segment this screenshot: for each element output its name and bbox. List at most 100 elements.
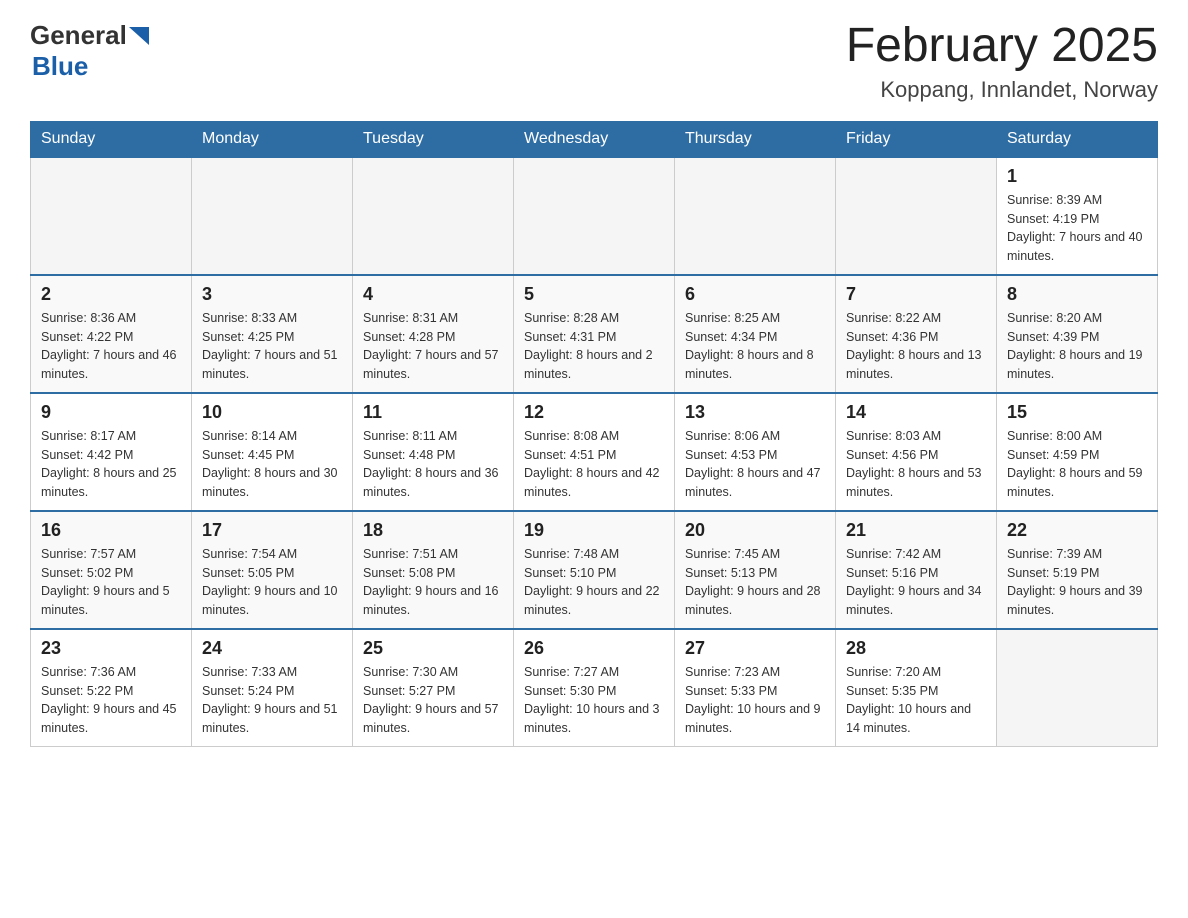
day-number: 21 (846, 520, 986, 541)
calendar-cell: 11 Sunrise: 8:11 AM Sunset: 4:48 PM Dayli… (353, 393, 514, 511)
calendar-cell: 16Sunrise: 7:57 AM Sunset: 5:02 PM Dayli… (31, 511, 192, 629)
calendar-cell: 5Sunrise: 8:28 AM Sunset: 4:31 PM Daylig… (514, 275, 675, 393)
day-info: Sunrise: 8:17 AM Sunset: 4:42 PM Dayligh… (41, 427, 181, 502)
day-number: 9 (41, 402, 181, 423)
day-info: Sunrise: 8:33 AM Sunset: 4:25 PM Dayligh… (202, 309, 342, 384)
calendar-cell: 13Sunrise: 8:06 AM Sunset: 4:53 PM Dayli… (675, 393, 836, 511)
day-number: 18 (363, 520, 503, 541)
logo-arrow-icon (129, 27, 149, 45)
day-info: Sunrise: 7:48 AM Sunset: 5:10 PM Dayligh… (524, 545, 664, 620)
day-number: 15 (1007, 402, 1147, 423)
calendar-cell: 22Sunrise: 7:39 AM Sunset: 5:19 PM Dayli… (997, 511, 1158, 629)
day-number: 1 (1007, 166, 1147, 187)
calendar-cell: 1 Sunrise: 8:39 AM Sunset: 4:19 PM Daylig… (997, 157, 1158, 275)
calendar-cell: 3 Sunrise: 8:33 AM Sunset: 4:25 PM Daylig… (192, 275, 353, 393)
day-number: 3 (202, 284, 342, 305)
day-number: 11 (363, 402, 503, 423)
day-number: 10 (202, 402, 342, 423)
day-number: 16 (41, 520, 181, 541)
calendar-cell: 14 Sunrise: 8:03 AM Sunset: 4:56 PM Dayli… (836, 393, 997, 511)
calendar-cell: 4 Sunrise: 8:31 AM Sunset: 4:28 PM Daylig… (353, 275, 514, 393)
day-info: Sunrise: 8:25 AM Sunset: 4:34 PM Dayligh… (685, 309, 825, 384)
calendar-cell: 2 Sunrise: 8:36 AM Sunset: 4:22 PM Daylig… (31, 275, 192, 393)
calendar-cell: 9 Sunrise: 8:17 AM Sunset: 4:42 PM Daylig… (31, 393, 192, 511)
day-number: 17 (202, 520, 342, 541)
calendar-cell (192, 157, 353, 275)
day-info: Sunrise: 7:27 AM Sunset: 5:30 PM Dayligh… (524, 663, 664, 738)
day-info: Sunrise: 8:08 AM Sunset: 4:51 PM Dayligh… (524, 427, 664, 502)
day-info: Sunrise: 8:36 AM Sunset: 4:22 PM Dayligh… (41, 309, 181, 384)
logo-text-general: General (30, 20, 127, 51)
calendar-cell (836, 157, 997, 275)
day-info: Sunrise: 8:31 AM Sunset: 4:28 PM Dayligh… (363, 309, 503, 384)
day-info: Sunrise: 8:03 AM Sunset: 4:56 PM Dayligh… (846, 427, 986, 502)
calendar-cell: 20Sunrise: 7:45 AM Sunset: 5:13 PM Dayli… (675, 511, 836, 629)
calendar-cell (31, 157, 192, 275)
day-of-week-header: Monday (192, 121, 353, 157)
calendar-cell: 21Sunrise: 7:42 AM Sunset: 5:16 PM Dayli… (836, 511, 997, 629)
day-of-week-header: Sunday (31, 121, 192, 157)
day-number: 4 (363, 284, 503, 305)
day-info: Sunrise: 8:00 AM Sunset: 4:59 PM Dayligh… (1007, 427, 1147, 502)
calendar-cell: 6 Sunrise: 8:25 AM Sunset: 4:34 PM Daylig… (675, 275, 836, 393)
day-info: Sunrise: 8:28 AM Sunset: 4:31 PM Dayligh… (524, 309, 664, 384)
location: Koppang, Innlandet, Norway (846, 77, 1158, 103)
day-number: 2 (41, 284, 181, 305)
calendar-cell: 10 Sunrise: 8:14 AM Sunset: 4:45 PM Dayli… (192, 393, 353, 511)
logo-text-blue: Blue (32, 51, 88, 81)
calendar-cell: 17 Sunrise: 7:54 AM Sunset: 5:05 PM Dayli… (192, 511, 353, 629)
day-number: 23 (41, 638, 181, 659)
day-number: 25 (363, 638, 503, 659)
calendar-cell: 24Sunrise: 7:33 AM Sunset: 5:24 PM Dayli… (192, 629, 353, 747)
calendar-cell: 23 Sunrise: 7:36 AM Sunset: 5:22 PM Dayli… (31, 629, 192, 747)
calendar-header-row: SundayMondayTuesdayWednesdayThursdayFrid… (31, 121, 1158, 157)
day-of-week-header: Tuesday (353, 121, 514, 157)
day-info: Sunrise: 7:23 AM Sunset: 5:33 PM Dayligh… (685, 663, 825, 738)
calendar-cell: 12 Sunrise: 8:08 AM Sunset: 4:51 PM Dayli… (514, 393, 675, 511)
day-number: 19 (524, 520, 664, 541)
day-number: 26 (524, 638, 664, 659)
day-of-week-header: Friday (836, 121, 997, 157)
day-of-week-header: Wednesday (514, 121, 675, 157)
day-info: Sunrise: 7:45 AM Sunset: 5:13 PM Dayligh… (685, 545, 825, 620)
calendar-cell: 18 Sunrise: 7:51 AM Sunset: 5:08 PM Dayli… (353, 511, 514, 629)
day-info: Sunrise: 8:20 AM Sunset: 4:39 PM Dayligh… (1007, 309, 1147, 384)
calendar-cell: 8 Sunrise: 8:20 AM Sunset: 4:39 PM Daylig… (997, 275, 1158, 393)
calendar-week-row: 9 Sunrise: 8:17 AM Sunset: 4:42 PM Daylig… (31, 393, 1158, 511)
day-info: Sunrise: 8:22 AM Sunset: 4:36 PM Dayligh… (846, 309, 986, 384)
day-info: Sunrise: 8:14 AM Sunset: 4:45 PM Dayligh… (202, 427, 342, 502)
page-header: General Blue February 2025 Koppang, Innl… (30, 20, 1158, 103)
calendar-cell: 7 Sunrise: 8:22 AM Sunset: 4:36 PM Daylig… (836, 275, 997, 393)
day-info: Sunrise: 7:54 AM Sunset: 5:05 PM Dayligh… (202, 545, 342, 620)
day-number: 27 (685, 638, 825, 659)
day-number: 8 (1007, 284, 1147, 305)
calendar-cell: 27 Sunrise: 7:23 AM Sunset: 5:33 PM Dayli… (675, 629, 836, 747)
day-info: Sunrise: 8:39 AM Sunset: 4:19 PM Dayligh… (1007, 191, 1147, 266)
calendar-cell (353, 157, 514, 275)
calendar-cell: 25 Sunrise: 7:30 AM Sunset: 5:27 PM Dayli… (353, 629, 514, 747)
day-number: 6 (685, 284, 825, 305)
day-number: 24 (202, 638, 342, 659)
logo: General Blue (30, 20, 149, 82)
day-number: 12 (524, 402, 664, 423)
calendar-week-row: 2 Sunrise: 8:36 AM Sunset: 4:22 PM Daylig… (31, 275, 1158, 393)
calendar-cell: 26 Sunrise: 7:27 AM Sunset: 5:30 PM Dayli… (514, 629, 675, 747)
calendar-week-row: 16Sunrise: 7:57 AM Sunset: 5:02 PM Dayli… (31, 511, 1158, 629)
day-number: 14 (846, 402, 986, 423)
day-info: Sunrise: 7:20 AM Sunset: 5:35 PM Dayligh… (846, 663, 986, 738)
calendar-week-row: 1 Sunrise: 8:39 AM Sunset: 4:19 PM Daylig… (31, 157, 1158, 275)
day-number: 13 (685, 402, 825, 423)
title-section: February 2025 Koppang, Innlandet, Norway (846, 20, 1158, 103)
day-of-week-header: Saturday (997, 121, 1158, 157)
calendar-table: SundayMondayTuesdayWednesdayThursdayFrid… (30, 121, 1158, 747)
day-info: Sunrise: 8:11 AM Sunset: 4:48 PM Dayligh… (363, 427, 503, 502)
day-number: 7 (846, 284, 986, 305)
calendar-cell: 19 Sunrise: 7:48 AM Sunset: 5:10 PM Dayli… (514, 511, 675, 629)
day-info: Sunrise: 7:51 AM Sunset: 5:08 PM Dayligh… (363, 545, 503, 620)
calendar-week-row: 23 Sunrise: 7:36 AM Sunset: 5:22 PM Dayli… (31, 629, 1158, 747)
day-number: 28 (846, 638, 986, 659)
day-info: Sunrise: 7:36 AM Sunset: 5:22 PM Dayligh… (41, 663, 181, 738)
month-title: February 2025 (846, 20, 1158, 73)
calendar-cell (997, 629, 1158, 747)
day-info: Sunrise: 7:30 AM Sunset: 5:27 PM Dayligh… (363, 663, 503, 738)
